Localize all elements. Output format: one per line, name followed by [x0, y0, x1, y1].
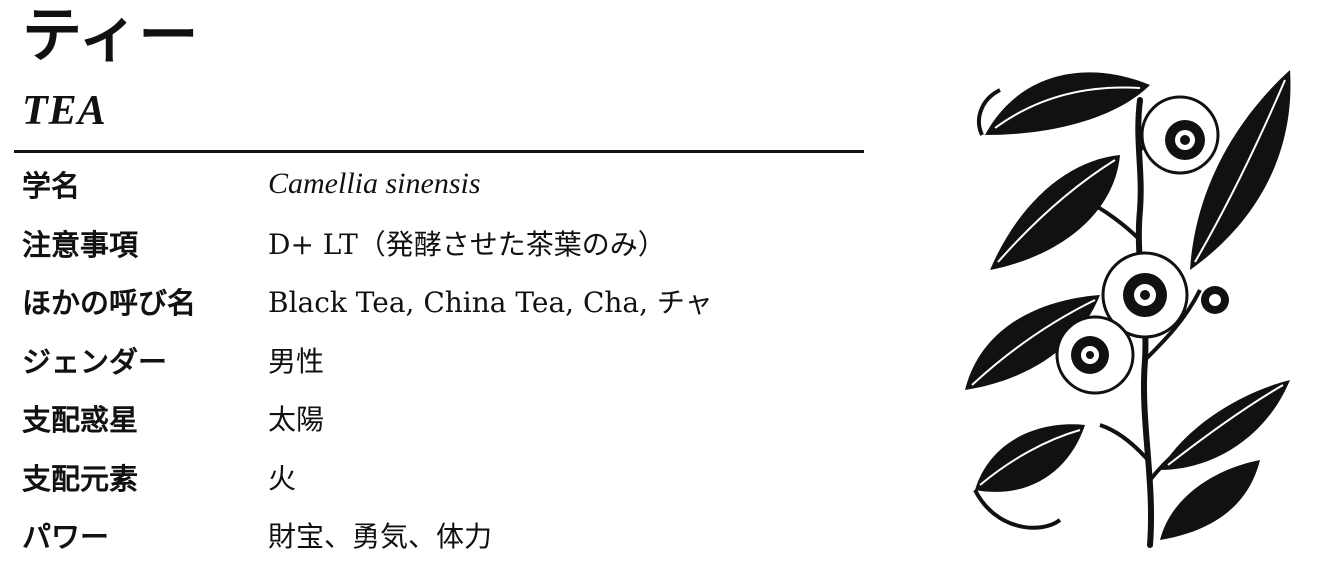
row-value: 男性: [268, 344, 325, 378]
row-other-names: ほかの呼び名 Black Tea, China Tea, Cha, チャ: [22, 272, 862, 331]
row-gender: ジェンダー 男性: [22, 331, 862, 390]
row-ruling-element: 支配元素 火: [22, 448, 862, 507]
row-value: Black Tea, China Tea, Cha, チャ: [268, 286, 713, 320]
row-label: パワー: [22, 520, 110, 555]
page-title-japanese: ティー: [22, 1, 199, 71]
row-label: 支配惑星: [22, 403, 139, 438]
row-label: ジェンダー: [22, 344, 168, 379]
row-value: Camellia sinensis: [268, 167, 481, 201]
row-ruling-planet: 支配惑星 太陽: [22, 389, 862, 448]
row-label: 学名: [22, 169, 81, 204]
row-label: 注意事項: [22, 227, 139, 262]
page-title-english: TEA: [22, 88, 107, 134]
row-cautions: 注意事項 D+ LT（発酵させた茶葉のみ）: [22, 214, 862, 273]
row-value: 財宝、勇気、体力: [268, 520, 493, 554]
row-powers: パワー 財宝、勇気、体力: [22, 506, 862, 565]
row-value: 太陽: [268, 403, 325, 437]
row-label: 支配元素: [22, 461, 139, 496]
attribute-table: 学名 Camellia sinensis 注意事項 D+ LT（発酵させた茶葉の…: [22, 155, 862, 565]
row-label: ほかの呼び名: [22, 286, 197, 321]
tea-plant-illustration: [965, 70, 1291, 548]
row-value: 火: [268, 461, 297, 495]
row-value: D+ LT（発酵させた茶葉のみ）: [268, 227, 666, 261]
row-scientific-name: 学名 Camellia sinensis: [22, 155, 862, 214]
title-divider: [14, 150, 864, 153]
